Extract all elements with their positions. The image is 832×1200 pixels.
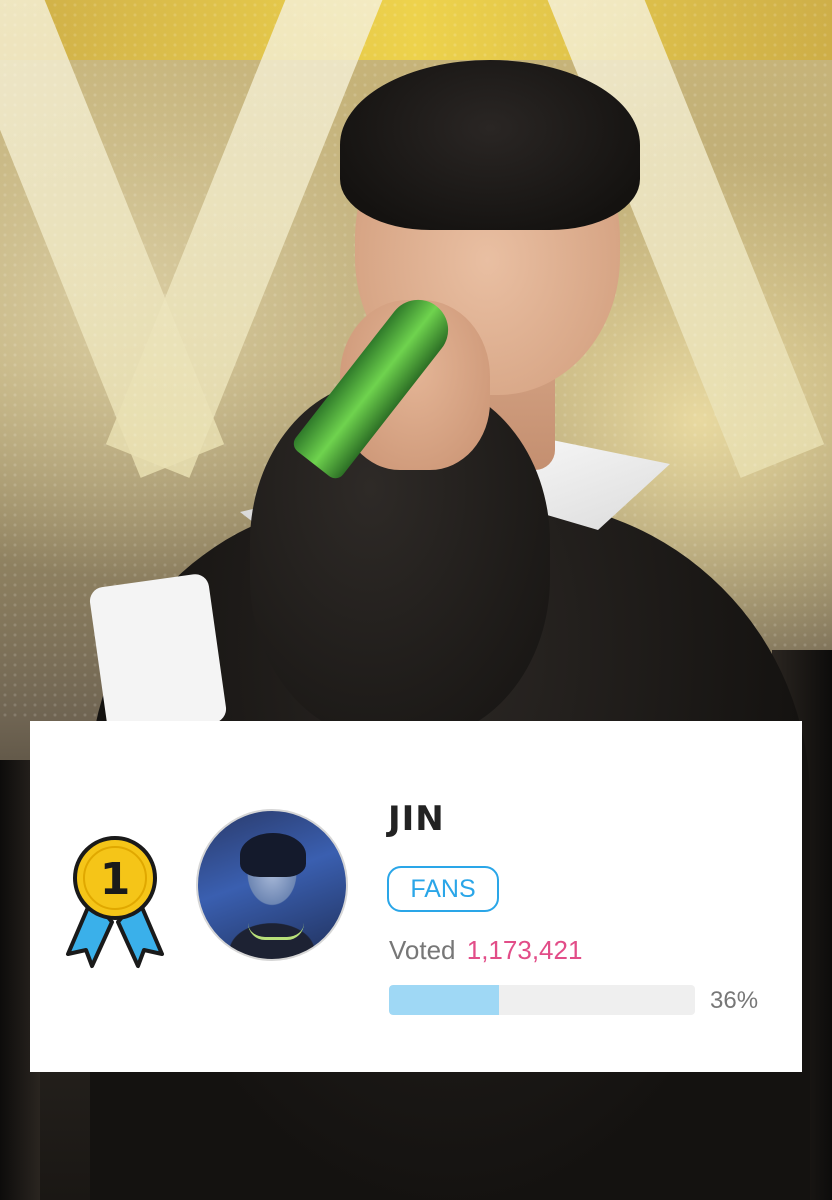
vote-count: 1,173,421 <box>466 935 583 965</box>
avatar-necklace <box>248 923 304 940</box>
rank-number: 1 <box>100 854 131 905</box>
vote-summary: Voted 1,173,421 <box>389 935 582 966</box>
avatar <box>196 809 348 961</box>
award-trophy <box>88 572 228 738</box>
first-place-medal-icon: 1 <box>66 836 164 968</box>
artist-name: JIN <box>388 799 445 839</box>
vote-progress-fill <box>389 985 500 1015</box>
voted-label: Voted <box>389 935 456 965</box>
avatar-hair <box>240 833 306 877</box>
person-hair <box>340 60 640 230</box>
vote-ranking-card: 1 JIN FANS Voted 1,173,421 36% <box>30 721 802 1072</box>
fans-badge[interactable]: FANS <box>387 866 499 912</box>
vote-progress-bar <box>389 985 695 1015</box>
vote-percent: 36% <box>710 987 759 1014</box>
